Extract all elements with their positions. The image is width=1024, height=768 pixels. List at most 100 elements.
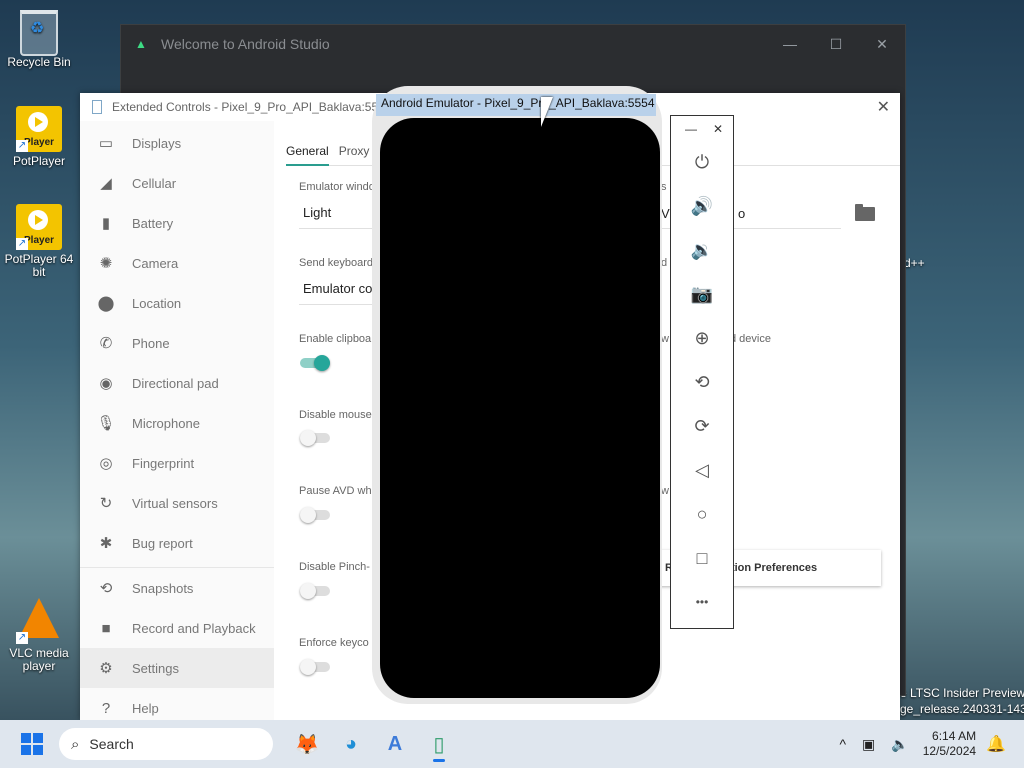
taskbar-edge[interactable]: ◕ xyxy=(331,724,371,764)
emulator-screen[interactable] xyxy=(380,118,660,698)
sidebar-item-help[interactable]: ? Help xyxy=(80,688,274,720)
power-button[interactable]: ⏻ xyxy=(671,140,733,184)
start-button[interactable] xyxy=(21,733,43,755)
potplayer-badge: Player xyxy=(24,235,55,246)
sidebar-item-displays[interactable]: ▭ Displays xyxy=(80,123,274,163)
preferences-button-label: tion Preferences xyxy=(730,562,818,574)
emulator-close-button[interactable]: ✕ xyxy=(713,122,723,140)
shortcut-arrow-icon: ↗ xyxy=(16,632,28,644)
sidebar-item-label: Location xyxy=(132,295,182,311)
desktop-icon-recycle-bin[interactable]: ♻ Recycle Bin xyxy=(4,10,74,69)
firefox-icon: 🦊 xyxy=(294,733,320,756)
sidebar-item-fingerprint[interactable]: ◎ Fingerprint xyxy=(80,443,274,483)
bug-icon: ✱ xyxy=(99,535,113,552)
zoom-button[interactable]: ⊕ xyxy=(671,316,733,360)
potplayer-icon: Player ↗ xyxy=(16,204,62,250)
notification-bell-icon[interactable]: 🔔 xyxy=(986,734,1006,754)
sidebar-item-label: Fingerprint xyxy=(132,455,195,471)
sidebar-item-label: Directional pad xyxy=(132,375,219,391)
maximize-button[interactable]: ☐ xyxy=(813,36,859,53)
search-icon: ⌕ xyxy=(71,735,80,753)
more-button[interactable]: ••• xyxy=(671,580,733,624)
screenshot-button[interactable]: 📷 xyxy=(671,272,733,316)
sidebar-item-label: Snapshots xyxy=(132,580,194,596)
minimize-button[interactable]: — xyxy=(767,36,813,53)
sidebar-item-virtual-sensors[interactable]: ↻ Virtual sensors xyxy=(80,483,274,523)
volume-down-icon: 🔉 xyxy=(690,239,714,260)
taskbar-android-studio[interactable]: A xyxy=(375,724,415,764)
rotate-left-button[interactable]: ⟲ xyxy=(671,360,733,404)
sidebar-item-camera[interactable]: ✺ Camera xyxy=(80,243,274,283)
sidebar-item-record-playback[interactable]: ■ Record and Playback xyxy=(80,608,274,648)
taskbar-emulator[interactable]: ▯ xyxy=(419,724,459,764)
close-button[interactable]: ✕ xyxy=(877,97,890,117)
emulator-window-theme-label: Emulator windo xyxy=(299,181,375,193)
vlc-icon: ↗ xyxy=(16,598,62,644)
desktop-icon-label: PotPlayer 64 bit xyxy=(4,252,74,279)
taskbar-firefox[interactable]: 🦊 xyxy=(287,724,327,764)
home-button[interactable]: ○ xyxy=(671,492,733,536)
back-button[interactable]: ◁ xyxy=(671,448,733,492)
taskbar-search[interactable]: ⌕ Search xyxy=(59,728,273,760)
sidebar-item-label: Battery xyxy=(132,215,174,231)
sidebar-item-cellular[interactable]: ◢ Cellular xyxy=(80,163,274,203)
disable-pinch-toggle[interactable] xyxy=(300,583,330,599)
tab-general[interactable]: General xyxy=(286,144,329,166)
sidebar-item-label: Bug report xyxy=(132,535,193,551)
sidebar-item-snapshots[interactable]: ⟲ Snapshots xyxy=(80,567,274,608)
volume-icon[interactable]: 🔈 xyxy=(891,736,908,753)
enable-clipboard-toggle[interactable] xyxy=(300,355,330,371)
zoom-icon: ⊕ xyxy=(694,327,710,348)
sidebar-item-bug-report[interactable]: ✱ Bug report xyxy=(80,523,274,563)
sidebar-item-battery[interactable]: ▮ Battery xyxy=(80,203,274,243)
pause-avd-toggle[interactable] xyxy=(300,507,330,523)
mouse-cursor-icon xyxy=(541,97,553,127)
extended-controls-title: Extended Controls - Pixel_9_Pro_API_Bakl… xyxy=(112,100,392,114)
close-button[interactable]: ✕ xyxy=(859,36,905,53)
emulator-window-icon xyxy=(92,100,102,114)
rotate-right-button[interactable]: ⟳ xyxy=(671,404,733,448)
tab-proxy[interactable]: Proxy xyxy=(339,144,370,166)
phone-icon: ✆ xyxy=(99,335,113,352)
virtual-sensors-icon: ↻ xyxy=(99,495,113,512)
rotate-left-icon: ⟲ xyxy=(694,371,710,392)
fingerprint-icon: ◎ xyxy=(99,455,113,472)
gear-icon: ⚙ xyxy=(99,660,113,677)
help-icon: ? xyxy=(101,699,111,717)
emulator-titlebar[interactable]: Android Emulator - Pixel_9_Pro_API_Bakla… xyxy=(376,94,656,116)
overview-button[interactable]: □ xyxy=(671,536,733,580)
camera-icon: 📷 xyxy=(690,283,714,304)
android-studio-logo-icon: ▲ xyxy=(135,37,147,51)
network-icon[interactable]: ▣ xyxy=(862,736,875,753)
search-placeholder: Search xyxy=(89,736,134,752)
desktop-icon-potplayer[interactable]: Player ↗ PotPlayer xyxy=(4,106,74,168)
sidebar-item-microphone[interactable]: 🎙 Microphone xyxy=(80,403,274,443)
back-icon: ◁ xyxy=(695,459,709,480)
volume-up-button[interactable]: 🔊 xyxy=(671,184,733,228)
sidebar-item-location[interactable]: ⬤ Location xyxy=(80,283,274,323)
enforce-keycode-toggle[interactable] xyxy=(300,659,330,675)
chevron-up-icon[interactable]: ^ xyxy=(839,736,846,752)
clock[interactable]: 6:14 AM 12/5/2024 xyxy=(923,729,976,759)
sidebar-item-phone[interactable]: ✆ Phone xyxy=(80,323,274,363)
sidebar-item-label: Phone xyxy=(132,335,170,351)
sidebar-item-settings[interactable]: ⚙ Settings xyxy=(80,648,274,688)
overview-icon: □ xyxy=(696,547,708,568)
enable-clipboard-label: Enable clipboa xyxy=(299,333,372,345)
volume-down-button[interactable]: 🔉 xyxy=(671,228,733,272)
right-col-label-3b: d device xyxy=(730,333,771,345)
emulator-minimize-button[interactable]: — xyxy=(685,122,697,140)
sidebar-item-label: Microphone xyxy=(132,415,200,431)
right-col-value-1b: o xyxy=(738,206,746,221)
desktop-icon-potplayer-64[interactable]: Player ↗ PotPlayer 64 bit xyxy=(4,204,74,279)
disable-pinch-label: Disable Pinch- xyxy=(299,561,370,573)
more-icon: ••• xyxy=(695,595,709,609)
taskbar: ⌕ Search 🦊 ◕ A ▯ ^ ▣ 🔈 6:14 AM 12/5/2024… xyxy=(0,720,1024,768)
emulator-icon: ▯ xyxy=(433,733,445,756)
desktop-icon-vlc[interactable]: ↗ VLC media player xyxy=(4,598,74,673)
shortcut-arrow-icon: ↗ xyxy=(16,140,28,152)
sidebar-item-directional-pad[interactable]: ◉ Directional pad xyxy=(80,363,274,403)
folder-icon[interactable] xyxy=(855,204,875,221)
sidebar-item-label: Settings xyxy=(132,660,179,676)
disable-mouse-toggle[interactable] xyxy=(300,430,330,446)
